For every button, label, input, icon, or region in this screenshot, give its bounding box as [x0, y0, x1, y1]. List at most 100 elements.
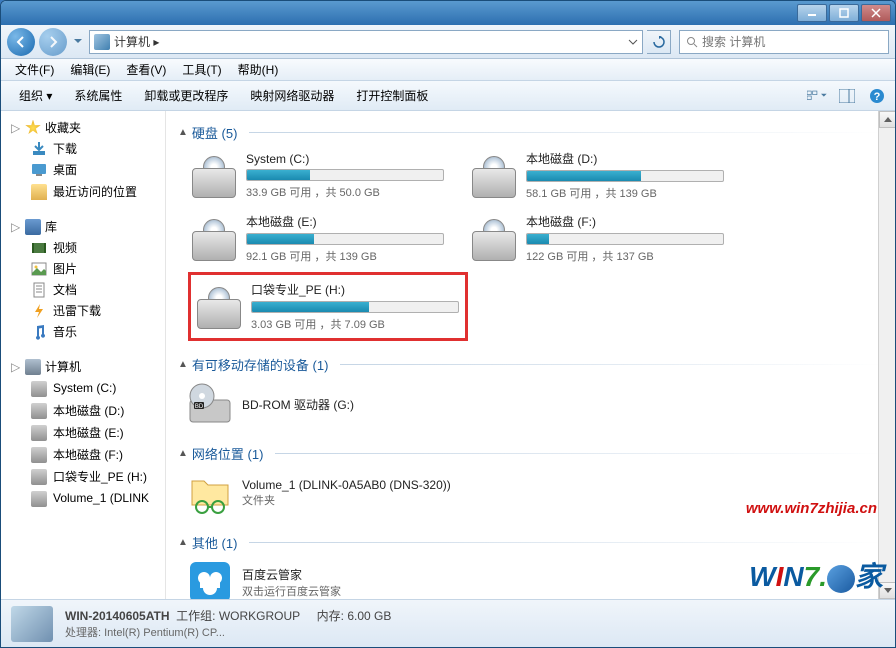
- search-box[interactable]: [679, 30, 889, 54]
- sidebar-item-thunder[interactable]: 迅雷下载: [1, 300, 165, 321]
- drive-icon: [31, 469, 47, 485]
- drive-stats: 3.03 GB 可用 ，共 7.09 GB: [251, 316, 459, 332]
- menu-edit[interactable]: 编辑(E): [62, 59, 118, 80]
- forward-button[interactable]: [39, 28, 67, 56]
- drive-icon: [31, 425, 47, 441]
- sidebar-favorites[interactable]: ▷收藏夹: [1, 117, 165, 138]
- drive-item[interactable]: 口袋专业_PE (H:) 3.03 GB 可用 ，共 7.09 GB: [188, 272, 468, 341]
- hard-drive-icon: [472, 217, 516, 261]
- svg-text:BD: BD: [195, 404, 204, 410]
- sidebar-item-documents[interactable]: 文档: [1, 279, 165, 300]
- bdrom-item[interactable]: BD BD-ROM 驱动器 (G:): [178, 378, 883, 430]
- organize-button[interactable]: 组织 ▾: [9, 84, 62, 107]
- explorer-window: 计算机 ▸ 文件(F) 编辑(E) 查看(V) 工具(T) 帮助(H) 组织 ▾…: [0, 0, 896, 648]
- computer-icon: [94, 34, 110, 50]
- drive-usage-bar: [246, 169, 444, 181]
- sidebar-item-d[interactable]: 本地磁盘 (D:): [1, 399, 165, 421]
- drive-name: 本地磁盘 (D:): [526, 150, 724, 167]
- scroll-up[interactable]: [879, 111, 895, 128]
- sidebar-item-c[interactable]: System (C:): [1, 377, 165, 399]
- titlebar: [1, 1, 895, 25]
- sidebar-item-f[interactable]: 本地磁盘 (F:): [1, 443, 165, 465]
- picture-icon: [31, 261, 47, 277]
- help-button[interactable]: ?: [867, 86, 887, 106]
- network-folder-icon: [188, 471, 232, 515]
- sidebar-libraries[interactable]: ▷库: [1, 216, 165, 237]
- history-dropdown[interactable]: [71, 28, 85, 56]
- recent-icon: [31, 184, 47, 200]
- drive-item[interactable]: 本地磁盘 (F:) 122 GB 可用 ，共 137 GB: [468, 209, 728, 268]
- computer-large-icon: [11, 606, 53, 642]
- statusbar: WIN-20140605ATH 工作组: WORKGROUP 内存: 6.00 …: [1, 599, 895, 647]
- map-drive-button[interactable]: 映射网络驱动器: [240, 84, 344, 107]
- menu-tools[interactable]: 工具(T): [174, 59, 229, 80]
- sidebar-item-h[interactable]: 口袋专业_PE (H:): [1, 465, 165, 487]
- sidebar-item-pictures[interactable]: 图片: [1, 258, 165, 279]
- menu-file[interactable]: 文件(F): [7, 59, 62, 80]
- scrollbar-vertical[interactable]: [878, 111, 895, 599]
- sidebar-item-e[interactable]: 本地磁盘 (E:): [1, 421, 165, 443]
- drive-icon: [31, 403, 47, 419]
- control-panel-button[interactable]: 打开控制面板: [346, 84, 438, 107]
- minimize-button[interactable]: [797, 4, 827, 22]
- dropdown-icon[interactable]: [628, 37, 638, 47]
- sidebar-item-music[interactable]: 音乐: [1, 321, 165, 342]
- maximize-button[interactable]: [829, 4, 859, 22]
- preview-pane-button[interactable]: [837, 86, 857, 106]
- download-icon: [31, 141, 47, 157]
- drive-name: 口袋专业_PE (H:): [251, 281, 459, 298]
- search-input[interactable]: [702, 35, 882, 49]
- refresh-button[interactable]: [647, 30, 671, 54]
- drive-name: 本地磁盘 (E:): [246, 213, 444, 230]
- navbar: 计算机 ▸: [1, 25, 895, 59]
- drive-item[interactable]: 本地磁盘 (D:) 58.1 GB 可用 ，共 139 GB: [468, 146, 728, 205]
- section-drives[interactable]: ▲硬盘 (5): [178, 119, 883, 146]
- sidebar-computer[interactable]: ▷计算机: [1, 356, 165, 377]
- section-network[interactable]: ▲网络位置 (1): [178, 440, 883, 467]
- back-button[interactable]: [7, 28, 35, 56]
- sidebar-item-desktop[interactable]: 桌面: [1, 159, 165, 180]
- hard-drive-icon: [472, 154, 516, 198]
- menu-help[interactable]: 帮助(H): [230, 59, 287, 80]
- bdrom-icon: BD: [188, 382, 232, 426]
- status-computer-name: WIN-20140605ATH: [65, 609, 169, 623]
- section-removable[interactable]: ▲有可移动存储的设备 (1): [178, 351, 883, 378]
- hard-drive-icon: [192, 217, 236, 261]
- sidebar-item-recent[interactable]: 最近访问的位置: [1, 180, 165, 202]
- menu-view[interactable]: 查看(V): [118, 59, 174, 80]
- library-icon: [25, 219, 41, 235]
- close-button[interactable]: [861, 4, 891, 22]
- drive-stats: 58.1 GB 可用 ，共 139 GB: [526, 185, 724, 201]
- drive-icon: [31, 381, 47, 397]
- sidebar-item-videos[interactable]: 视频: [1, 237, 165, 258]
- menubar: 文件(F) 编辑(E) 查看(V) 工具(T) 帮助(H): [1, 59, 895, 81]
- svg-text:?: ?: [874, 91, 881, 103]
- drive-icon: [31, 447, 47, 463]
- drive-item[interactable]: System (C:) 33.9 GB 可用 ，共 50.0 GB: [188, 146, 448, 205]
- hard-drive-icon: [197, 285, 241, 329]
- section-other[interactable]: ▲其他 (1): [178, 529, 883, 556]
- drive-item[interactable]: 本地磁盘 (E:) 92.1 GB 可用 ，共 139 GB: [188, 209, 448, 268]
- drive-stats: 33.9 GB 可用 ，共 50.0 GB: [246, 184, 444, 200]
- sidebar-item-volume1[interactable]: Volume_1 (DLINK: [1, 487, 165, 509]
- computer-icon: [25, 359, 41, 375]
- desktop-icon: [31, 162, 47, 178]
- sidebar-item-downloads[interactable]: 下载: [1, 138, 165, 159]
- view-options-button[interactable]: [807, 86, 827, 106]
- thunder-icon: [31, 303, 47, 319]
- uninstall-program-button[interactable]: 卸载或更改程序: [134, 84, 238, 107]
- sidebar-libraries-label: 库: [45, 218, 57, 235]
- drive-name: System (C:): [246, 152, 444, 166]
- address-bar[interactable]: 计算机 ▸: [89, 30, 643, 54]
- drive-usage-bar: [526, 233, 724, 245]
- video-icon: [31, 240, 47, 256]
- system-properties-button[interactable]: 系统属性: [64, 84, 132, 107]
- drive-usage-bar: [246, 233, 444, 245]
- logo: WIN7.家: [749, 555, 883, 595]
- drive-stats: 92.1 GB 可用 ，共 139 GB: [246, 248, 444, 264]
- document-icon: [31, 282, 47, 298]
- sidebar: ▷收藏夹 下载 桌面 最近访问的位置 ▷库 视频 图片 文档 迅雷下载 音乐 ▷…: [1, 111, 166, 599]
- drive-usage-bar: [251, 301, 459, 313]
- sidebar-favorites-label: 收藏夹: [45, 119, 81, 136]
- search-icon: [686, 36, 698, 48]
